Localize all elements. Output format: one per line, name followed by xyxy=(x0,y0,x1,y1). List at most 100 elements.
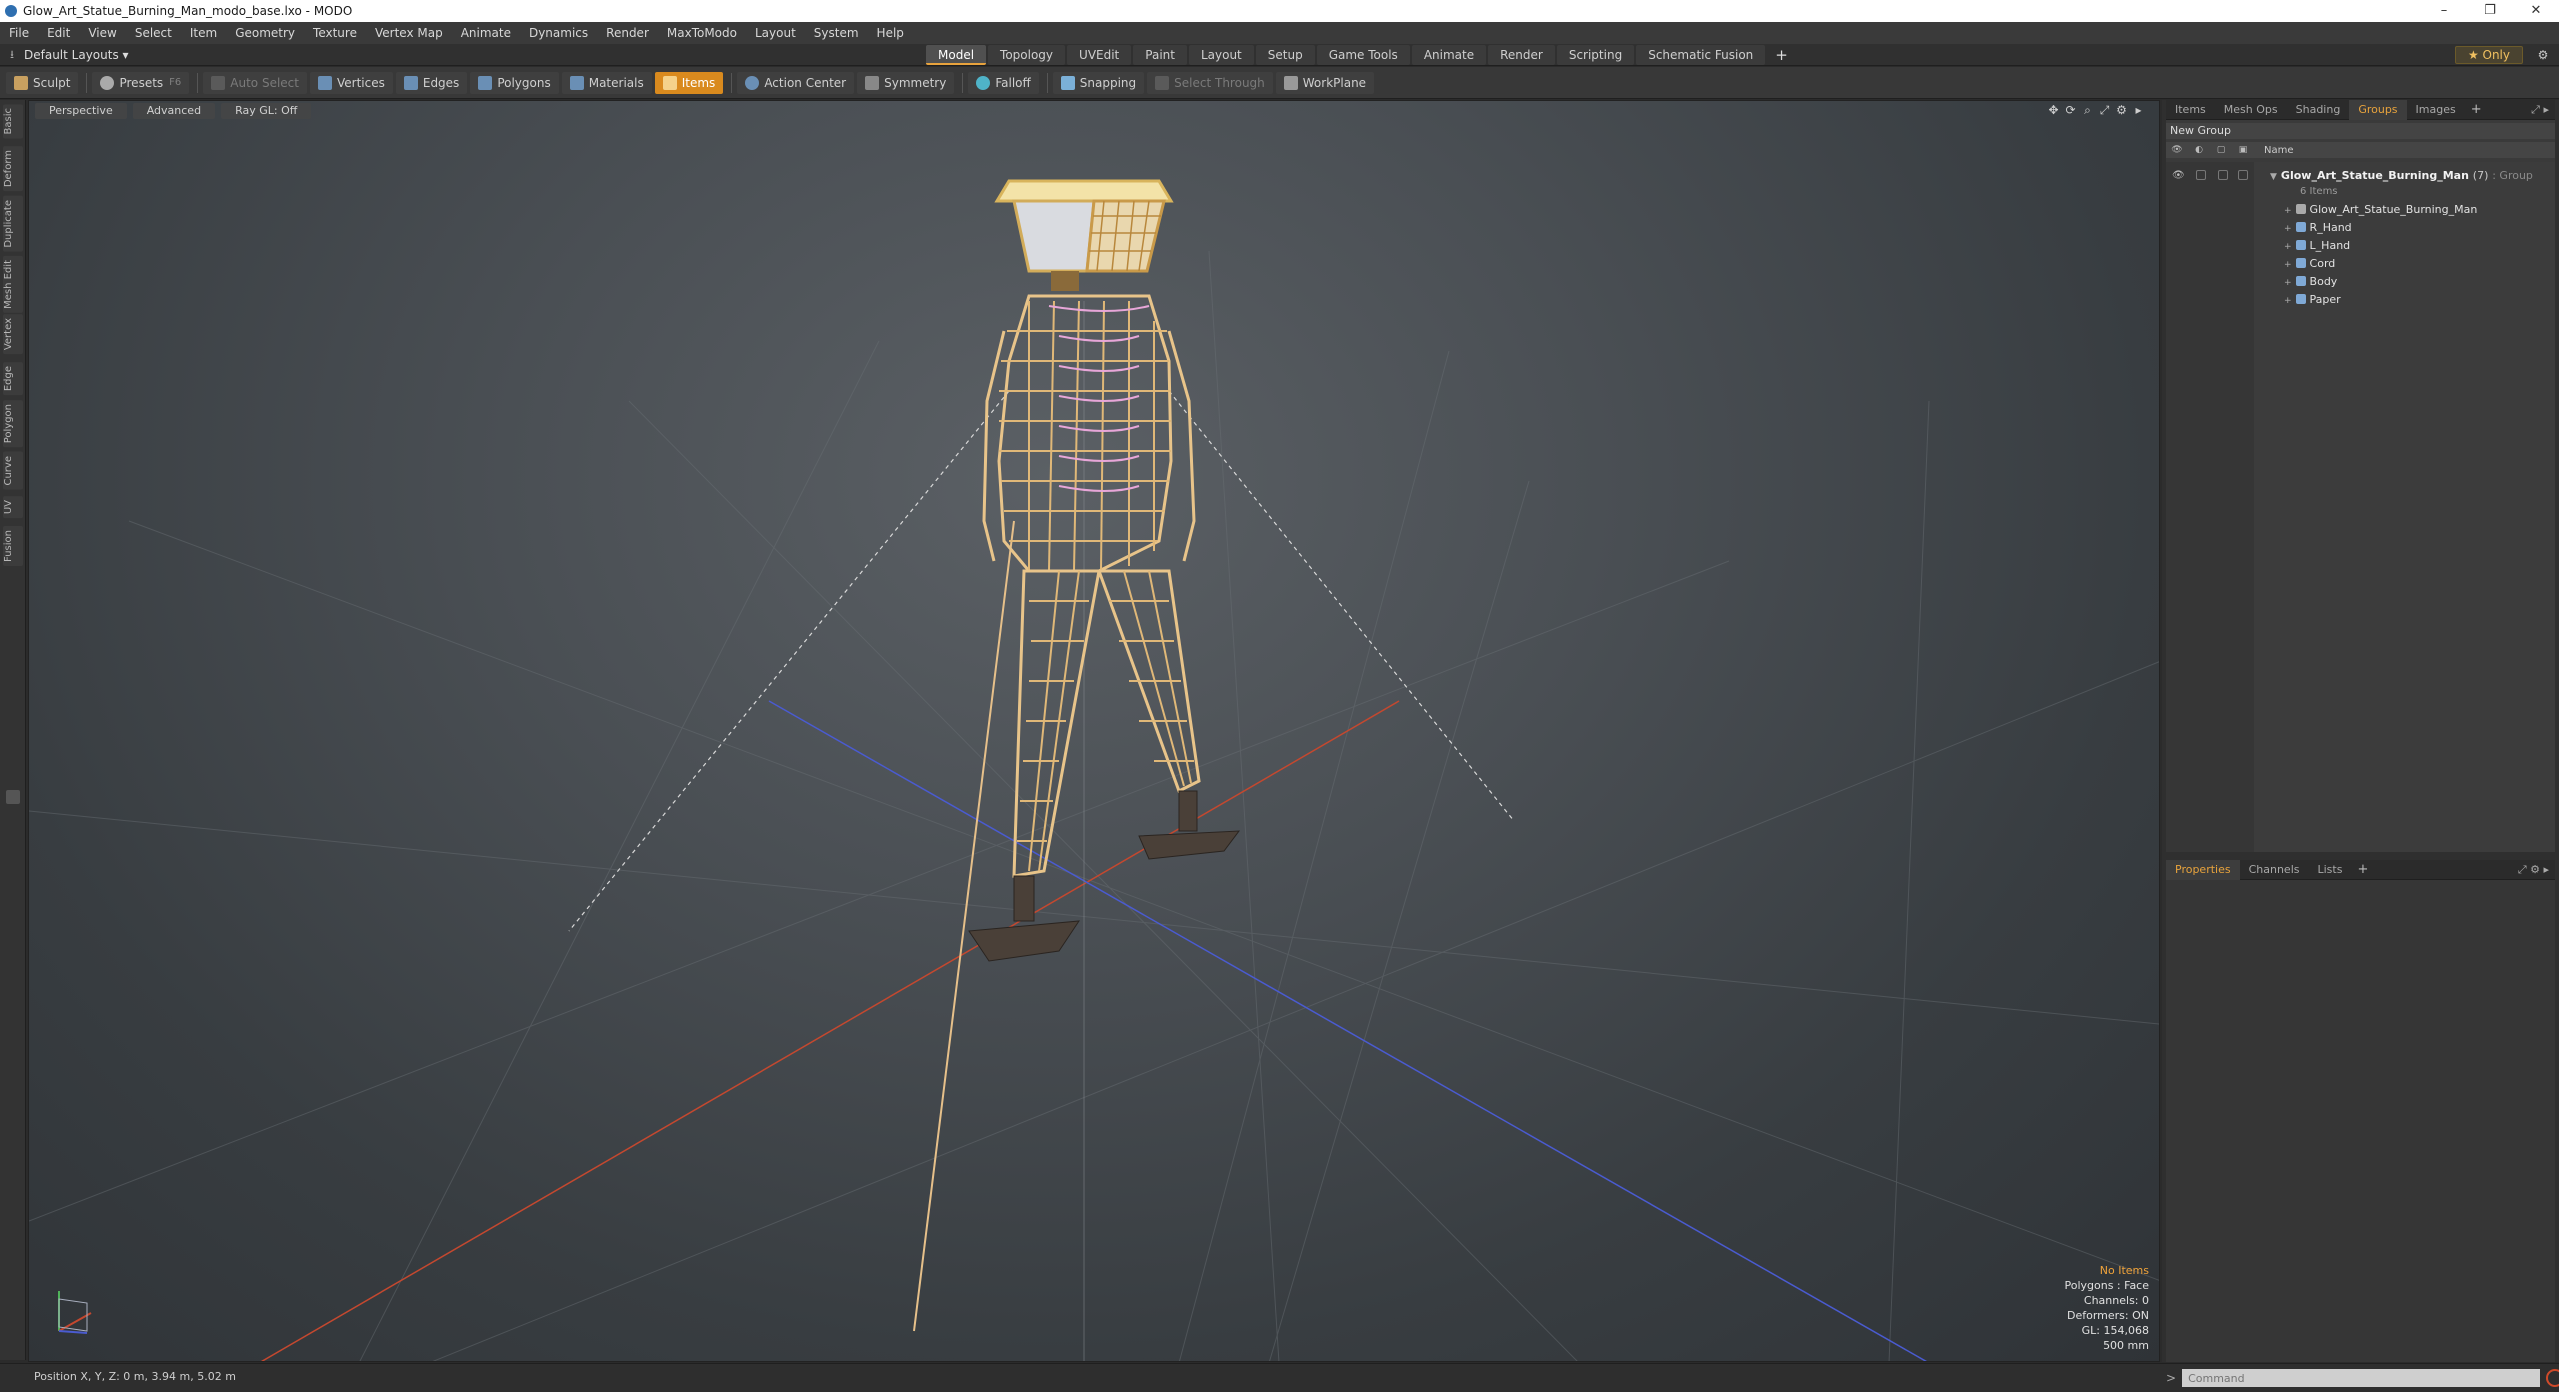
sculpt-button[interactable]: Sculpt xyxy=(6,71,79,94)
add-props-tab-button[interactable]: + xyxy=(2351,862,2374,877)
tab-mesh-ops[interactable]: Mesh Ops xyxy=(2215,100,2287,120)
left-tab-vertex[interactable]: Vertex xyxy=(3,314,23,355)
tab-channels[interactable]: Channels xyxy=(2240,860,2309,880)
only-toggle-button[interactable]: ★ Only xyxy=(2454,46,2523,64)
shading-mode-button[interactable]: Advanced xyxy=(132,103,216,119)
layout-dropdown[interactable]: ⭳ Default Layouts ▾ xyxy=(0,44,133,66)
tab-properties[interactable]: Properties xyxy=(2166,859,2240,880)
menu-edit[interactable]: Edit xyxy=(38,22,79,44)
3d-viewport[interactable]: Perspective Advanced Ray GL: Off ✥ ⟳ ⌕ ⤢… xyxy=(28,100,2160,1362)
left-tab-polygon[interactable]: Polygon xyxy=(3,400,23,448)
tab-layout[interactable]: Layout xyxy=(1188,45,1254,65)
left-tab-uv[interactable]: UV xyxy=(3,496,23,519)
menu-geometry[interactable]: Geometry xyxy=(226,22,304,44)
left-tab-fusion[interactable]: Fusion xyxy=(3,526,23,566)
tab-render[interactable]: Render xyxy=(1488,45,1555,65)
tab-setup[interactable]: Setup xyxy=(1255,45,1315,65)
select-through-button[interactable]: Select Through xyxy=(1147,71,1273,94)
lock-toggle[interactable] xyxy=(2218,170,2228,180)
list-item[interactable]: + L_Hand xyxy=(2166,236,2555,254)
left-tab-basic[interactable]: Basic xyxy=(3,104,23,139)
pin-icon[interactable]: ⭳ xyxy=(0,46,24,65)
menu-file[interactable]: File xyxy=(0,22,38,44)
maximize-button[interactable]: ❐ xyxy=(2467,0,2513,22)
menu-view[interactable]: View xyxy=(79,22,125,44)
tab-topology[interactable]: Topology xyxy=(988,45,1066,65)
menu-dynamics[interactable]: Dynamics xyxy=(520,22,597,44)
menu-maxtomodo[interactable]: MaxToModo xyxy=(658,22,746,44)
add-tab-button[interactable]: + xyxy=(1767,45,1796,65)
menu-animate[interactable]: Animate xyxy=(452,22,520,44)
raygl-toggle-button[interactable]: Ray GL: Off xyxy=(221,103,312,119)
menu-select[interactable]: Select xyxy=(126,22,181,44)
view-mode-button[interactable]: Perspective xyxy=(35,103,127,119)
list-item[interactable]: + Body xyxy=(2166,272,2555,290)
symmetry-button[interactable]: Symmetry xyxy=(857,71,955,94)
visibility-column-icon[interactable]: 👁 xyxy=(2166,145,2188,155)
menu-texture[interactable]: Texture xyxy=(304,22,366,44)
tab-uvedit[interactable]: UVEdit xyxy=(1067,45,1132,65)
select-column-icon[interactable]: ▣ xyxy=(2232,145,2254,155)
command-history-icon[interactable] xyxy=(2546,1369,2559,1387)
menu-vertex-map[interactable]: Vertex Map xyxy=(366,22,452,44)
presets-button[interactable]: Presets F6 xyxy=(92,71,190,94)
render-column-icon[interactable]: ◐ xyxy=(2188,145,2210,155)
pan-icon[interactable]: ✥ xyxy=(2045,103,2062,118)
tab-groups[interactable]: Groups xyxy=(2349,99,2407,120)
action-center-button[interactable]: Action Center xyxy=(737,71,855,94)
left-tab-deform[interactable]: Deform xyxy=(3,146,23,192)
expand-arrow-icon[interactable]: + xyxy=(2284,224,2292,234)
lock-column-icon[interactable]: ▢ xyxy=(2210,145,2232,155)
left-tab-mesh-edit[interactable]: Mesh Edit xyxy=(3,256,23,313)
tab-lists[interactable]: Lists xyxy=(2309,860,2352,880)
panel-expand-icon[interactable]: ⤢ ▸ xyxy=(2531,100,2549,120)
viewport-settings-icon[interactable]: ⚙ xyxy=(2113,103,2130,118)
viewport-menu-icon[interactable]: ▸ xyxy=(2130,103,2147,118)
left-tab-curve[interactable]: Curve xyxy=(3,452,23,490)
expand-arrow-icon[interactable]: ▼ xyxy=(2270,172,2277,182)
fit-icon[interactable]: ⤢ xyxy=(2096,103,2113,118)
expand-arrow-icon[interactable]: + xyxy=(2284,260,2292,270)
falloff-button[interactable]: Falloff xyxy=(968,71,1039,94)
polygons-button[interactable]: Polygons xyxy=(470,71,559,94)
vertices-button[interactable]: Vertices xyxy=(309,71,393,94)
list-item[interactable]: + R_Hand xyxy=(2166,218,2555,236)
menu-system[interactable]: System xyxy=(805,22,868,44)
add-panel-tab-button[interactable]: + xyxy=(2465,102,2488,117)
visibility-eye-icon[interactable]: 👁 xyxy=(2172,170,2185,181)
menu-item[interactable]: Item xyxy=(181,22,226,44)
tab-animate[interactable]: Animate xyxy=(1411,45,1487,65)
gear-icon[interactable]: ⚙ xyxy=(2533,46,2553,64)
tab-game-tools[interactable]: Game Tools xyxy=(1316,45,1410,65)
tab-shading[interactable]: Shading xyxy=(2287,100,2350,120)
strip-toggle-icon[interactable] xyxy=(6,790,20,804)
tab-model[interactable]: Model xyxy=(926,45,987,65)
close-button[interactable]: ✕ xyxy=(2513,0,2559,22)
tab-images[interactable]: Images xyxy=(2407,100,2465,120)
edges-button[interactable]: Edges xyxy=(395,71,468,94)
render-toggle[interactable] xyxy=(2196,170,2206,180)
workplane-button[interactable]: WorkPlane xyxy=(1275,71,1375,94)
command-input[interactable] xyxy=(2182,1369,2541,1387)
left-tab-edge[interactable]: Edge xyxy=(3,362,23,396)
auto-select-button[interactable]: Auto Select xyxy=(203,71,307,94)
materials-button[interactable]: Materials xyxy=(561,71,652,94)
menu-help[interactable]: Help xyxy=(868,22,913,44)
items-button[interactable]: Items xyxy=(654,71,724,94)
expand-arrow-icon[interactable]: + xyxy=(2284,278,2292,288)
tab-items[interactable]: Items xyxy=(2166,100,2215,120)
tab-scripting[interactable]: Scripting xyxy=(1556,45,1635,65)
tab-paint[interactable]: Paint xyxy=(1133,45,1187,65)
expand-arrow-icon[interactable]: + xyxy=(2284,242,2292,252)
menu-render[interactable]: Render xyxy=(597,22,658,44)
left-tab-duplicate[interactable]: Duplicate xyxy=(3,196,23,252)
list-item[interactable]: + Paper xyxy=(2166,290,2555,308)
expand-arrow-icon[interactable]: + xyxy=(2284,206,2292,216)
list-item[interactable]: + Cord xyxy=(2166,254,2555,272)
expand-arrow-icon[interactable]: + xyxy=(2284,296,2292,306)
rotate-icon[interactable]: ⟳ xyxy=(2062,103,2079,118)
tab-schematic-fusion[interactable]: Schematic Fusion xyxy=(1636,45,1766,65)
name-column-header[interactable]: Name xyxy=(2264,145,2294,156)
list-item[interactable]: + Glow_Art_Statue_Burning_Man xyxy=(2166,200,2555,218)
select-toggle[interactable] xyxy=(2238,170,2248,180)
